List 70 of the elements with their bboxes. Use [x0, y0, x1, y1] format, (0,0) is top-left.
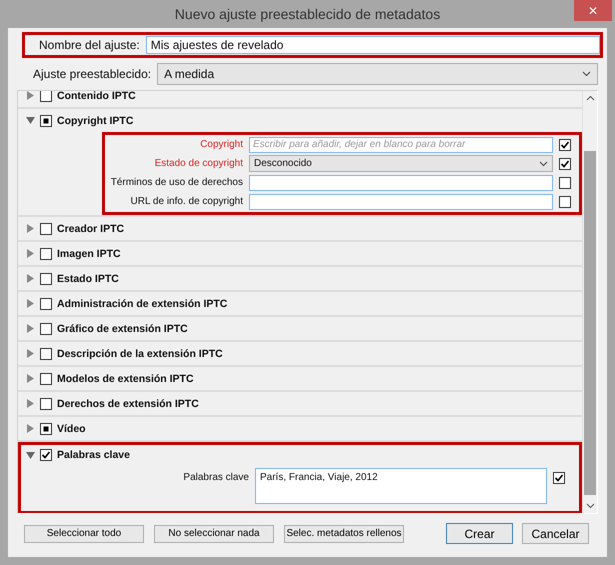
- field-label: Palabras clave: [182, 471, 249, 484]
- section-title: Administración de extensión IPTC: [57, 298, 228, 310]
- scroll-down-icon[interactable]: [586, 503, 594, 509]
- dropdown-caret-icon: [539, 160, 548, 166]
- section-checkbox[interactable]: [40, 248, 52, 260]
- section-title: Derechos de extensión IPTC: [57, 398, 199, 410]
- section-checkbox[interactable]: [40, 372, 52, 384]
- section-title: Estado IPTC: [57, 272, 119, 284]
- expand-triangle-icon[interactable]: [26, 399, 35, 408]
- dropdown[interactable]: Desconocido: [249, 155, 553, 172]
- collapse-triangle-icon[interactable]: [26, 450, 35, 460]
- text-field[interactable]: Escribir para añadir, dejar en blanco para borrar: [249, 136, 553, 152]
- expand-triangle-icon[interactable]: [26, 299, 35, 308]
- section-title: Copyright IPTC: [57, 114, 134, 126]
- section-title: Vídeo: [57, 422, 86, 434]
- section-title: Palabras clave: [57, 449, 130, 461]
- expand-triangle-icon[interactable]: [26, 324, 35, 333]
- section-title: Creador IPTC: [57, 222, 124, 234]
- section-title: Contenido IPTC: [57, 91, 136, 102]
- field-label: Términos de uso de derechos: [110, 176, 243, 189]
- section-checkbox[interactable]: [40, 114, 52, 126]
- expand-triangle-icon[interactable]: [26, 91, 35, 100]
- dropdown-value: Desconocido: [254, 158, 312, 169]
- collapse-triangle-icon[interactable]: [26, 116, 35, 125]
- scrollbar[interactable]: [582, 91, 597, 513]
- dropdown-caret-icon: [582, 71, 591, 77]
- section-title: Modelos de extensión IPTC: [57, 372, 194, 384]
- scroll-up-icon[interactable]: [586, 95, 594, 101]
- expand-triangle-icon[interactable]: [26, 249, 35, 258]
- field-label: Copyright: [199, 138, 243, 151]
- preset-dropdown[interactable]: A medida: [157, 63, 598, 85]
- field-label: Estado de copyright: [154, 157, 243, 170]
- window-title: Nuevo ajuste preestablecido de metadatos: [174, 6, 440, 22]
- field-checkbox[interactable]: [559, 158, 571, 170]
- dialog-button[interactable]: Crear: [446, 523, 513, 544]
- section-checkbox[interactable]: [40, 398, 52, 410]
- expand-triangle-icon[interactable]: [26, 374, 35, 383]
- expand-triangle-icon[interactable]: [26, 349, 35, 358]
- dialog-button[interactable]: Cancelar: [522, 523, 589, 544]
- section-checkbox[interactable]: [40, 298, 52, 310]
- close-button[interactable]: ✕: [574, 0, 612, 21]
- text-area[interactable]: París, Francia, Viaje, 2012: [255, 468, 547, 504]
- section-checkbox[interactable]: [40, 422, 52, 434]
- field-checkbox[interactable]: [559, 196, 571, 208]
- name-field[interactable]: Mis ajuestes de revelado: [146, 36, 600, 54]
- expand-triangle-icon[interactable]: [26, 274, 35, 283]
- dialog-button[interactable]: Seleccionar todo: [24, 524, 144, 542]
- text-field[interactable]: [249, 194, 553, 210]
- dialog-button[interactable]: Selec. metadatos rellenos: [284, 524, 404, 542]
- section-title: Gráfico de extensión IPTC: [57, 322, 188, 334]
- scroll-thumb[interactable]: [584, 151, 596, 495]
- section-title: Descripción de la extensión IPTC: [57, 348, 223, 360]
- dropdown-value: A medida: [164, 67, 214, 81]
- section-title: Imagen IPTC: [57, 248, 121, 260]
- text-field[interactable]: [249, 174, 553, 190]
- section-checkbox[interactable]: [40, 322, 52, 334]
- dialog-button[interactable]: No seleccionar nada: [154, 524, 274, 542]
- section-checkbox[interactable]: [40, 348, 52, 360]
- expand-triangle-icon[interactable]: [26, 424, 35, 433]
- section-checkbox[interactable]: [40, 222, 52, 234]
- field-label: Nombre del ajuste:: [39, 38, 140, 52]
- expand-triangle-icon[interactable]: [26, 224, 35, 233]
- field-checkbox[interactable]: [559, 176, 571, 188]
- field-label: URL de info. de copyright: [130, 195, 243, 208]
- field-checkbox[interactable]: [553, 472, 565, 484]
- section-checkbox[interactable]: [40, 449, 52, 461]
- section-checkbox[interactable]: [40, 272, 52, 284]
- field-checkbox[interactable]: [559, 138, 571, 150]
- field-label: Ajuste preestablecido:: [33, 67, 152, 81]
- section-checkbox[interactable]: [40, 91, 52, 102]
